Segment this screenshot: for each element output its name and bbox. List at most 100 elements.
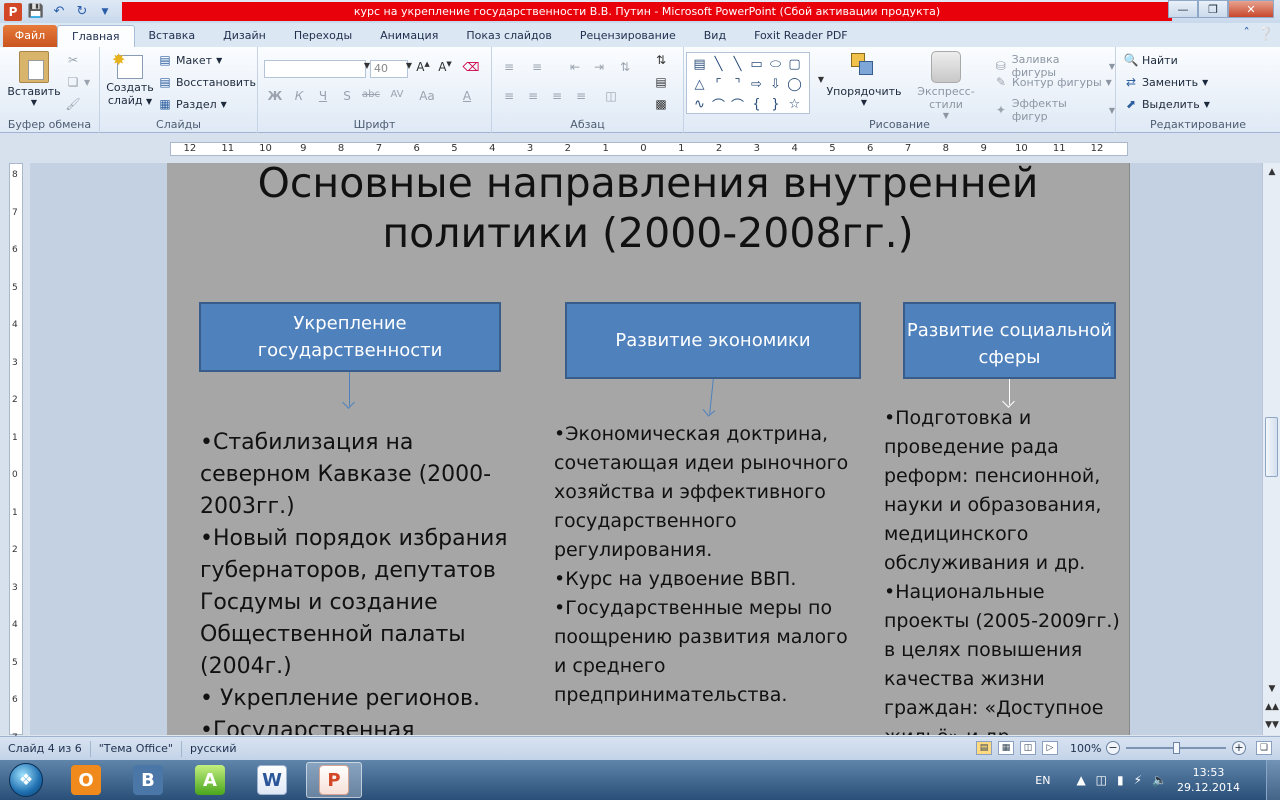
- strikethrough-button[interactable]: abc: [360, 89, 382, 100]
- start-button[interactable]: ❖: [0, 760, 52, 800]
- vertical-scrollbar[interactable]: ▲ ▼ ▲▲ ▼▼: [1262, 163, 1280, 735]
- text-direction-icon[interactable]: ⇅: [652, 53, 670, 67]
- tab-animation[interactable]: Анимация: [366, 25, 452, 47]
- taskbar-app-word[interactable]: W: [244, 762, 300, 798]
- rounded-rect-shape-icon[interactable]: ▢: [785, 54, 804, 74]
- textbox-shape-icon[interactable]: ▤: [690, 54, 709, 74]
- line-shape-icon[interactable]: ╲: [728, 54, 747, 74]
- arrow-right-shape-icon[interactable]: ⇨: [747, 74, 766, 94]
- taskbar-app-access[interactable]: A: [182, 762, 238, 798]
- undo-icon[interactable]: ↶: [50, 3, 68, 21]
- taskbar-app-powerpoint[interactable]: P: [306, 762, 362, 798]
- elbow-shape-icon[interactable]: ⌜: [709, 74, 728, 94]
- help-icon[interactable]: ❔: [1258, 27, 1274, 42]
- arrow-down-shape-icon[interactable]: ⇩: [766, 74, 785, 94]
- align-text-icon[interactable]: ▤: [652, 75, 670, 89]
- signal-icon[interactable]: ▮: [1117, 773, 1124, 787]
- category-box-social[interactable]: Развитие социальной сферы: [903, 302, 1116, 379]
- restore-button[interactable]: ❐: [1198, 0, 1228, 18]
- copy-button[interactable]: ❏ ▼: [66, 75, 91, 89]
- line-shape-icon[interactable]: ╲: [709, 54, 728, 74]
- elbow-shape-icon[interactable]: ⌝: [728, 74, 747, 94]
- reset-button[interactable]: ▤ Восстановить: [158, 75, 256, 89]
- network-icon[interactable]: ◫: [1096, 773, 1107, 787]
- volume-icon[interactable]: 🔈: [1152, 773, 1167, 787]
- cut-button[interactable]: ✂: [66, 53, 80, 67]
- text-column-economy[interactable]: •Экономическая доктрина, сочетающая идеи…: [554, 420, 854, 710]
- quick-styles-button[interactable]: Экспресс-стили ▼: [904, 51, 988, 120]
- clock[interactable]: 13:53 29.12.2014: [1177, 765, 1240, 795]
- tab-view[interactable]: Вид: [690, 25, 740, 47]
- select-button[interactable]: ⬈ Выделить ▼: [1124, 97, 1210, 111]
- new-slide-button[interactable]: ✸ Создать слайд ▼: [106, 50, 154, 107]
- change-case-button[interactable]: Aa: [416, 89, 438, 103]
- power-icon[interactable]: ⚡: [1134, 773, 1142, 787]
- zoom-level[interactable]: 100%: [1070, 742, 1101, 755]
- tab-insert[interactable]: Вставка: [135, 25, 210, 47]
- connector-arrow[interactable]: [709, 379, 714, 414]
- align-left-icon[interactable]: ≡: [500, 89, 518, 103]
- fit-to-window-icon[interactable]: ❏: [1256, 741, 1272, 755]
- paste-button[interactable]: Вставить ▼: [6, 51, 62, 107]
- connector-arrow[interactable]: [349, 372, 350, 406]
- tab-design[interactable]: Дизайн: [209, 25, 280, 47]
- next-slide-icon[interactable]: ▼▼: [1264, 717, 1280, 733]
- replace-button[interactable]: ⇄ Заменить ▼: [1124, 75, 1208, 89]
- brace-shape-icon[interactable]: }: [766, 94, 785, 114]
- vertical-ruler[interactable]: 8765432101234567: [9, 163, 23, 743]
- star-shape-icon[interactable]: ☆: [785, 94, 804, 114]
- slideshow-view-icon[interactable]: ▷: [1042, 741, 1058, 755]
- slide[interactable]: Основные направления внутренней политики…: [167, 163, 1129, 735]
- oval-shape-icon[interactable]: ⬭: [766, 54, 785, 74]
- tab-review[interactable]: Рецензирование: [566, 25, 690, 47]
- shadow-button[interactable]: S: [338, 89, 356, 103]
- font-name-field[interactable]: [264, 60, 366, 78]
- justify-icon[interactable]: ≡: [572, 89, 590, 103]
- slide-title[interactable]: Основные направления внутренней политики…: [167, 163, 1129, 258]
- horizontal-ruler[interactable]: 12 11 10 9 8 7 6 5 4 3 2 1 0 1 2 3 4 5 6 7 8 9 10 11 12: [170, 142, 1128, 156]
- format-painter-button[interactable]: 🖌: [65, 97, 80, 111]
- zoom-in-icon[interactable]: +: [1232, 741, 1246, 755]
- input-language[interactable]: EN: [1035, 774, 1050, 787]
- char-spacing-button[interactable]: AV: [386, 89, 408, 100]
- arc-shape-icon[interactable]: ⌒: [728, 94, 747, 114]
- bold-button[interactable]: Ж: [266, 89, 284, 103]
- scroll-thumb[interactable]: [1265, 417, 1278, 477]
- decrease-indent-icon[interactable]: ⇤: [566, 60, 584, 74]
- arrange-button[interactable]: Упорядочить ▼: [824, 51, 904, 107]
- close-button[interactable]: ✕: [1228, 0, 1274, 18]
- tab-file[interactable]: Файл: [3, 25, 57, 47]
- category-box-state[interactable]: Укрепление государственности: [199, 302, 501, 372]
- redo-icon[interactable]: ↻: [73, 3, 91, 21]
- align-right-icon[interactable]: ≡: [548, 89, 566, 103]
- section-button[interactable]: ▦ Раздел ▼: [158, 97, 226, 111]
- arc-shape-icon[interactable]: ⌒: [709, 94, 728, 114]
- powerpoint-app-icon[interactable]: P: [4, 2, 22, 21]
- smartart-icon[interactable]: ▩: [652, 97, 670, 111]
- bullets-icon[interactable]: ≡: [500, 60, 518, 74]
- category-box-economy[interactable]: Развитие экономики: [565, 302, 861, 379]
- taskbar-app-odnoklassniki[interactable]: О: [58, 762, 114, 798]
- increase-indent-icon[interactable]: ⇥: [590, 60, 608, 74]
- slide-sorter-icon[interactable]: ▦: [998, 741, 1014, 755]
- normal-view-icon[interactable]: ▤: [976, 741, 992, 755]
- zoom-out-icon[interactable]: −: [1106, 741, 1120, 755]
- scroll-down-icon[interactable]: ▼: [1264, 681, 1280, 697]
- tab-slideshow[interactable]: Показ слайдов: [452, 25, 566, 47]
- tray-expand-icon[interactable]: ▲: [1076, 773, 1085, 787]
- italic-button[interactable]: К: [290, 89, 308, 103]
- customize-qat-icon[interactable]: ▼: [96, 3, 114, 21]
- font-color-button[interactable]: A: [458, 89, 476, 103]
- align-center-icon[interactable]: ≡: [524, 89, 542, 103]
- zoom-slider-knob[interactable]: [1172, 742, 1180, 754]
- tab-foxit[interactable]: Foxit Reader PDF: [740, 25, 862, 47]
- line-spacing-icon[interactable]: ⇅: [616, 60, 634, 74]
- tab-home[interactable]: Главная: [57, 25, 135, 47]
- zoom-slider[interactable]: [1126, 741, 1226, 755]
- find-button[interactable]: 🔍 Найти: [1124, 53, 1178, 67]
- save-icon[interactable]: 💾: [27, 3, 45, 21]
- callout-shape-icon[interactable]: ◯: [785, 74, 804, 94]
- taskbar-app-vkontakte[interactable]: B: [120, 762, 176, 798]
- text-column-social[interactable]: •Подготовка и проведение рада реформ: пе…: [884, 404, 1124, 735]
- shape-outline-button[interactable]: ✎ Контур фигуры ▼: [994, 75, 1112, 89]
